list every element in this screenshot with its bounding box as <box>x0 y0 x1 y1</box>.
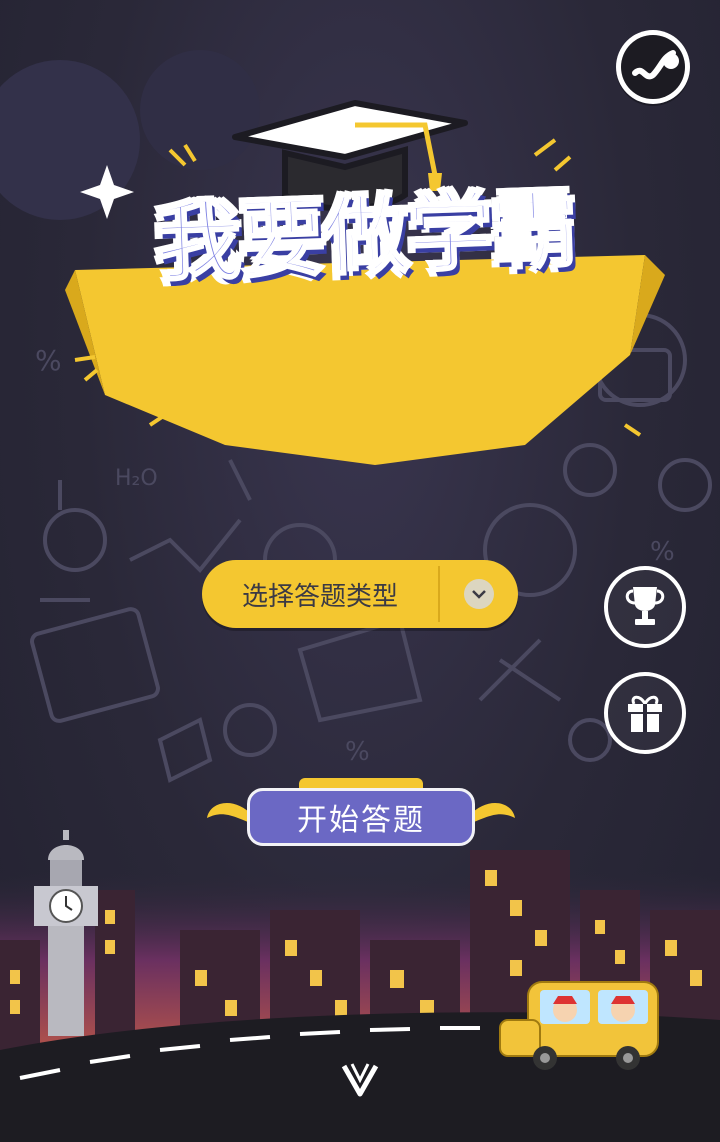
select-divider <box>438 566 440 622</box>
down-arrow-icon[interactable] <box>338 1060 382 1100</box>
chevron-down-icon[interactable] <box>464 579 494 609</box>
gift-icon <box>628 695 662 732</box>
answer-type-label: 选择答题类型 <box>241 581 398 612</box>
trophy-icon <box>625 587 665 625</box>
title-banner: 我要做学霸 <box>55 95 675 475</box>
gift-button[interactable] <box>604 672 686 754</box>
music-icon <box>621 35 685 99</box>
answer-type-select[interactable]: 选择答题类型 <box>202 560 518 628</box>
leaderboard-button[interactable] <box>604 566 686 648</box>
page-title: 我要做学霸 <box>152 177 578 295</box>
music-toggle-button[interactable] <box>616 30 690 104</box>
svg-text:%: % <box>345 737 370 767</box>
svg-text:%: % <box>650 537 675 567</box>
